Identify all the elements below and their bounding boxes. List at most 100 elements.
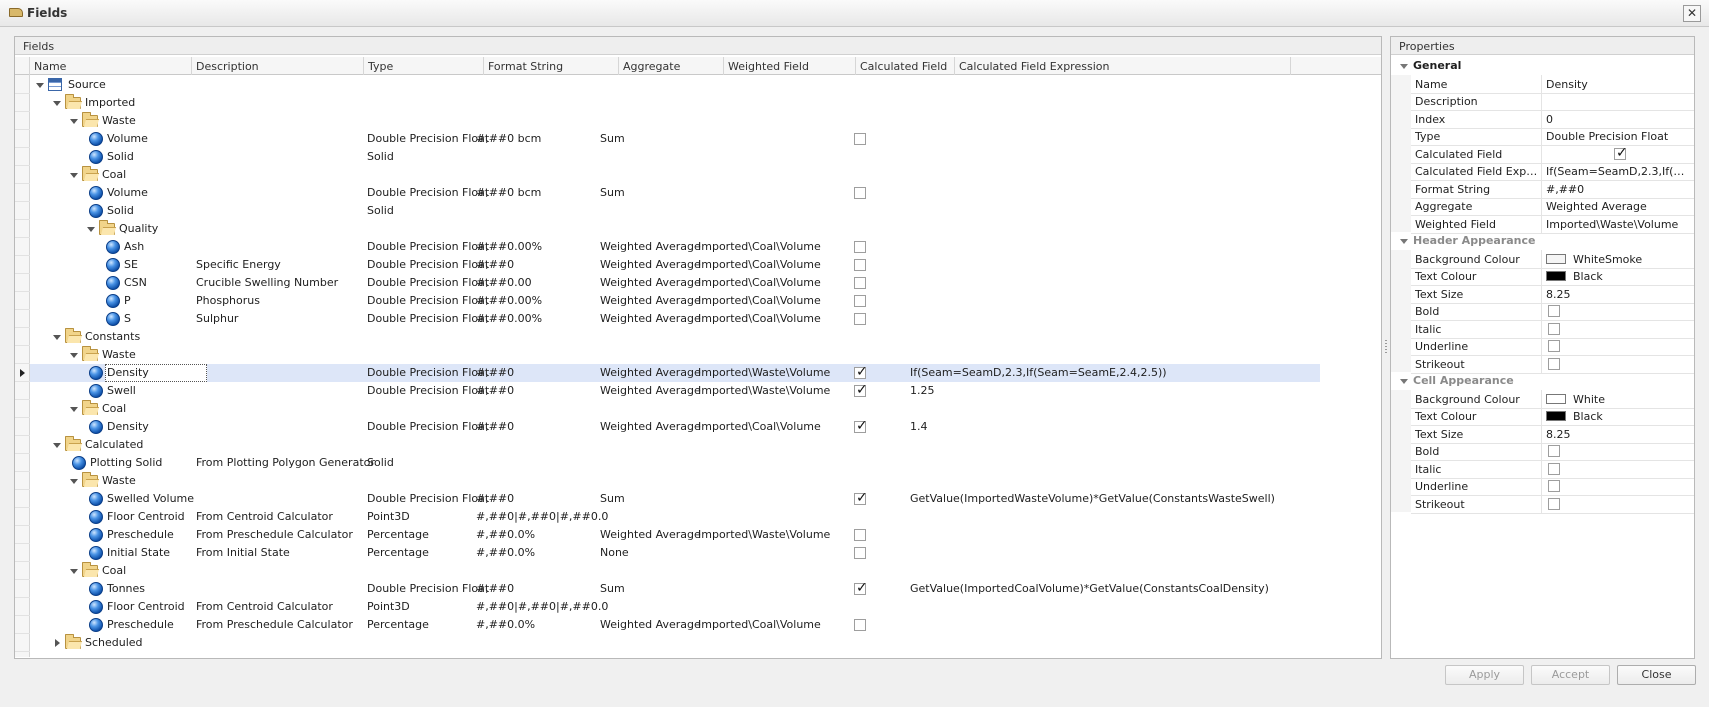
- collapse-arrow-icon[interactable]: [1400, 379, 1408, 384]
- column-header-format-string[interactable]: Format String: [484, 57, 619, 75]
- calculated-field-checkbox[interactable]: [854, 529, 866, 541]
- property-checkbox[interactable]: [1548, 322, 1560, 335]
- property-checkbox[interactable]: [1548, 480, 1560, 492]
- property-row[interactable]: Strikeout: [1411, 494, 1694, 514]
- row-indicator[interactable]: [15, 166, 30, 184]
- calculated-field-checkbox[interactable]: [854, 313, 866, 325]
- property-checkbox[interactable]: [1614, 145, 1628, 161]
- property-row[interactable]: Underline: [1411, 477, 1694, 496]
- row-indicator[interactable]: [15, 292, 30, 310]
- tree-row-folder[interactable]: Coal: [30, 400, 1320, 418]
- collapse-arrow-icon[interactable]: [36, 83, 44, 88]
- row-indicator[interactable]: [15, 202, 30, 220]
- calculated-field-checkbox[interactable]: [854, 418, 868, 434]
- property-row[interactable]: Italic: [1411, 459, 1694, 479]
- row-indicator[interactable]: [15, 220, 30, 238]
- property-value[interactable]: WhiteSmoke: [1573, 253, 1709, 266]
- property-value[interactable]: If(Seam=SeamD,2.3,If(Se...: [1546, 165, 1691, 178]
- collapse-arrow-icon[interactable]: [70, 407, 78, 412]
- property-row[interactable]: Text Colour Black: [1411, 267, 1694, 286]
- row-indicator[interactable]: [15, 328, 30, 346]
- tree-row-folder[interactable]: Imported: [30, 94, 1320, 112]
- property-row[interactable]: Calculated Field: [1411, 144, 1694, 164]
- tree-row-field[interactable]: Tonnes Double Precision Float#,##0 Sum GetV…: [30, 580, 1320, 598]
- column-header-calculated-field-expression[interactable]: Calculated Field Expression: [955, 57, 1291, 75]
- property-row[interactable]: Name Density: [1411, 74, 1694, 94]
- collapse-arrow-icon[interactable]: [70, 479, 78, 484]
- column-header-weighted-field[interactable]: Weighted Field: [724, 57, 856, 75]
- property-row[interactable]: Text Size 8.25: [1411, 284, 1694, 304]
- calculated-field-checkbox[interactable]: [854, 241, 866, 253]
- property-value[interactable]: 8.25: [1546, 428, 1691, 441]
- property-group-header[interactable]: General: [1391, 57, 1694, 75]
- property-value[interactable]: Double Precision Float: [1546, 130, 1691, 143]
- row-indicator[interactable]: [15, 472, 30, 490]
- calculated-field-checkbox[interactable]: [854, 187, 866, 199]
- property-value[interactable]: #,##0: [1546, 183, 1691, 196]
- property-row[interactable]: Weighted Field Imported\Waste\Volume: [1411, 214, 1694, 234]
- collapse-arrow-icon[interactable]: [53, 335, 61, 340]
- row-indicator[interactable]: [15, 436, 30, 454]
- property-checkbox[interactable]: [1548, 305, 1560, 317]
- tree-row-field[interactable]: Plotting Solid From Plotting Polygon Gene…: [30, 454, 1320, 472]
- property-row[interactable]: Aggregate Weighted Average: [1411, 197, 1694, 216]
- calculated-field-checkbox[interactable]: [854, 259, 866, 271]
- column-header-aggregate[interactable]: Aggregate: [619, 57, 724, 75]
- row-indicator[interactable]: [15, 580, 30, 598]
- calculated-field-checkbox[interactable]: [854, 382, 868, 398]
- tree-row-field[interactable]: Initial State From Initial State Percentag…: [30, 544, 1320, 562]
- collapse-arrow-icon[interactable]: [53, 101, 61, 106]
- property-row[interactable]: Calculated Field Expre... If(Seam=SeamD,2…: [1411, 162, 1694, 181]
- column-header-type[interactable]: Type: [364, 57, 484, 75]
- tree-row-field[interactable]: Floor Centroid From Centroid Calculator Po…: [30, 508, 1320, 526]
- tree-row-folder[interactable]: Constants: [30, 328, 1320, 346]
- tree-row-folder[interactable]: Scheduled: [30, 634, 1320, 652]
- property-row[interactable]: Bold: [1411, 442, 1694, 461]
- row-indicator[interactable]: [15, 148, 30, 166]
- column-header-name[interactable]: Name: [30, 57, 192, 75]
- property-row[interactable]: Strikeout: [1411, 354, 1694, 374]
- tree-row-field[interactable]: S Sulphur Double Precision Float #,##0.00% W…: [30, 310, 1320, 328]
- tree-row-folder[interactable]: Calculated: [30, 436, 1320, 454]
- tree-row-field[interactable]: Floor Centroid From Centroid Calculator Po…: [30, 598, 1320, 616]
- column-header-description[interactable]: Description: [192, 57, 364, 75]
- property-value[interactable]: Imported\Waste\Volume: [1546, 218, 1691, 231]
- property-checkbox[interactable]: [1548, 462, 1560, 475]
- row-indicator[interactable]: [15, 382, 30, 400]
- collapse-arrow-icon[interactable]: [1400, 64, 1408, 69]
- calculated-field-checkbox[interactable]: [854, 133, 866, 145]
- property-row[interactable]: Background Colour White: [1411, 389, 1694, 409]
- tree-row-field[interactable]: Solid Solid: [30, 202, 1320, 220]
- collapse-arrow-icon[interactable]: [70, 353, 78, 358]
- calculated-field-checkbox[interactable]: [854, 490, 868, 506]
- row-indicator[interactable]: [15, 616, 30, 634]
- property-value[interactable]: White: [1573, 393, 1709, 406]
- row-indicator[interactable]: [15, 310, 30, 328]
- property-row[interactable]: Background Colour WhiteSmoke: [1411, 249, 1694, 269]
- property-checkbox[interactable]: [1548, 497, 1560, 510]
- tree-row-field[interactable]: P Phosphorus Double Precision Float #,##0.0…: [30, 292, 1320, 310]
- expand-arrow-icon[interactable]: [55, 639, 60, 647]
- row-indicator[interactable]: [15, 490, 30, 508]
- calculated-field-checkbox[interactable]: [854, 364, 868, 380]
- property-checkbox[interactable]: [1548, 340, 1560, 352]
- property-value[interactable]: Weighted Average: [1546, 200, 1691, 213]
- tree-row-field[interactable]: SE Specific Energy Double Precision Float #…: [30, 256, 1320, 274]
- row-indicator[interactable]: [15, 400, 30, 418]
- property-row[interactable]: Type Double Precision Float: [1411, 127, 1694, 146]
- property-value[interactable]: 0: [1546, 113, 1691, 126]
- row-indicator[interactable]: [15, 76, 30, 94]
- property-value[interactable]: Black: [1573, 270, 1709, 283]
- row-indicator[interactable]: [15, 634, 30, 652]
- row-indicator[interactable]: [15, 346, 30, 364]
- tree-row-field[interactable]: Volume Double Precision Float #,##0 bcm Sum: [30, 184, 1320, 202]
- tree-row-folder[interactable]: Waste: [30, 472, 1320, 490]
- tree-row-folder[interactable]: Waste: [30, 112, 1320, 130]
- tree-row-field[interactable]: Density Double Precision Float #,##0 Weight…: [30, 418, 1320, 436]
- row-indicator[interactable]: [15, 94, 30, 112]
- row-indicator[interactable]: [15, 112, 30, 130]
- tree-row-field[interactable]: Solid Solid: [30, 148, 1320, 166]
- tree-row-field[interactable]: Preschedule From Preschedule Calculator Pe…: [30, 616, 1320, 634]
- tree-row-field[interactable]: Swell Double Precision Float #,##0 Weighted…: [30, 382, 1320, 400]
- tree-row-field[interactable]: Ash Double Precision Float #,##0.00% Weight…: [30, 238, 1320, 256]
